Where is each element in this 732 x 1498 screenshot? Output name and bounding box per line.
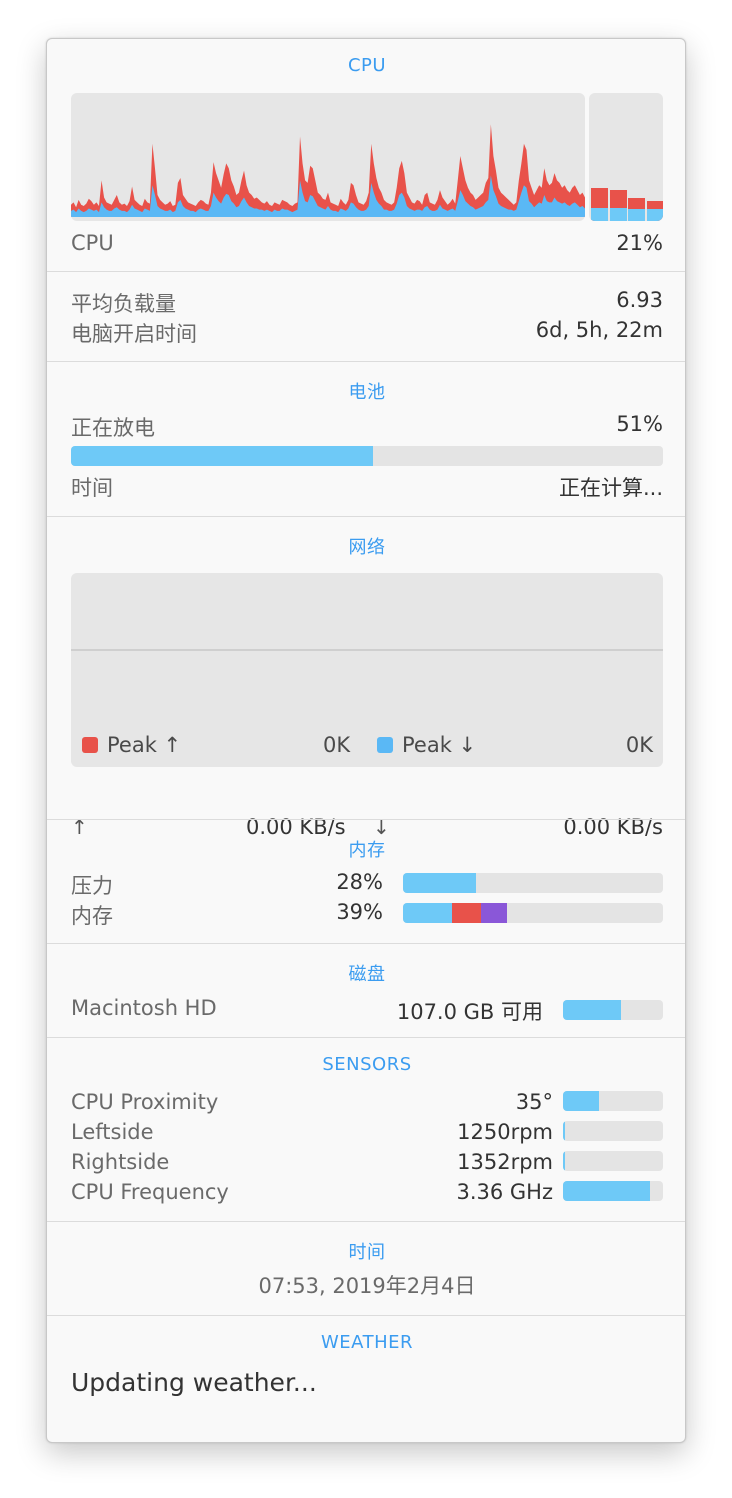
sensor-bar bbox=[563, 1151, 663, 1171]
cpu-value: 21% bbox=[616, 231, 663, 255]
sensor-bar-fill bbox=[563, 1151, 565, 1171]
current-datetime: 07:53, 2019年2月4日 bbox=[258, 1274, 476, 1298]
memory-section: 内存 压力 28% 内存 39% bbox=[47, 820, 685, 943]
cpu-core-bar bbox=[646, 93, 663, 221]
sensor-value: 1250rpm bbox=[457, 1120, 553, 1144]
cpu-core-user bbox=[646, 209, 663, 221]
disk-free-space: 107.0 GB 可用 bbox=[396, 1000, 543, 1024]
battery-percent: 51% bbox=[616, 412, 663, 436]
sensor-label: Leftside bbox=[71, 1120, 154, 1144]
weather-section: WEATHER Updating weather... bbox=[47, 1316, 685, 1442]
sensor-value: 1352rpm bbox=[457, 1150, 553, 1174]
peak-download-label: Peak ↓ bbox=[402, 733, 477, 757]
load-average-value: 6.93 bbox=[616, 288, 663, 312]
disk-usage-bar bbox=[563, 1000, 663, 1020]
battery-section-title: 电池 bbox=[348, 382, 386, 403]
sensor-value: 3.36 GHz bbox=[456, 1180, 553, 1204]
istat-menu-panel: CPU CPU 21% 平均负载量 6.93 电脑开启时间 6d, 5h, 22… bbox=[46, 38, 686, 1443]
sensor-bar bbox=[563, 1121, 663, 1141]
sensor-bar bbox=[563, 1181, 663, 1201]
sensor-label: Rightside bbox=[71, 1150, 170, 1174]
sensor-bar-fill bbox=[563, 1091, 599, 1111]
download-legend-swatch bbox=[377, 737, 393, 753]
memory-segment bbox=[403, 903, 453, 923]
battery-time-value: 正在计算... bbox=[558, 476, 663, 500]
cpu-history-svg bbox=[71, 124, 585, 217]
cpu-core-user bbox=[609, 208, 627, 221]
sensor-value: 35° bbox=[515, 1090, 553, 1114]
cpu-section: CPU CPU 21% bbox=[47, 39, 685, 271]
battery-time-label: 时间 bbox=[71, 476, 113, 500]
memory-segment bbox=[452, 903, 481, 923]
disk-section: 磁盘 Macintosh HD 107.0 GB 可用 bbox=[47, 944, 685, 1037]
memory-usage-value: 39% bbox=[336, 900, 383, 924]
disk-section-title: 磁盘 bbox=[348, 964, 386, 985]
cpu-core-user bbox=[628, 209, 645, 221]
sensor-label: CPU Proximity bbox=[71, 1090, 219, 1114]
sensors-section: SENSORS CPU Proximity 35° Leftside 1250r… bbox=[47, 1038, 685, 1221]
system-section: 平均负载量 6.93 电脑开启时间 6d, 5h, 22m bbox=[47, 272, 685, 361]
network-baseline bbox=[71, 649, 663, 651]
cpu-history-graph bbox=[71, 93, 585, 221]
sensor-label: CPU Frequency bbox=[71, 1180, 229, 1204]
cpu-system-area bbox=[71, 124, 585, 217]
load-average-label: 平均负载量 bbox=[71, 292, 176, 316]
cpu-core-bar bbox=[591, 93, 608, 221]
cpu-core-user bbox=[591, 208, 608, 221]
sensors-section-title: SENSORS bbox=[322, 1054, 412, 1075]
time-section-title: 时间 bbox=[348, 1242, 386, 1263]
uptime-value: 6d, 5h, 22m bbox=[535, 318, 663, 342]
cpu-core-bar bbox=[609, 93, 627, 221]
network-section: 网络 Peak ↑ 0K Peak ↓ 0K ↑ 0.00 KB/s ↓ 0.0… bbox=[47, 517, 685, 839]
memory-segment bbox=[481, 903, 507, 923]
battery-section: 电池 正在放电 51% 时间 正在计算... bbox=[47, 362, 685, 516]
time-section: 时间 07:53, 2019年2月4日 bbox=[47, 1222, 685, 1315]
sensor-bar-fill bbox=[563, 1181, 650, 1201]
battery-level-bar bbox=[71, 446, 663, 466]
uptime-label: 电脑开启时间 bbox=[71, 322, 197, 346]
sensor-bar bbox=[563, 1091, 663, 1111]
battery-level-fill bbox=[71, 446, 373, 466]
memory-section-title: 内存 bbox=[348, 840, 386, 861]
network-graph: Peak ↑ 0K Peak ↓ 0K bbox=[71, 573, 663, 767]
cpu-section-title: CPU bbox=[347, 55, 387, 76]
memory-pressure-fill bbox=[403, 873, 476, 893]
peak-upload-value: 0K bbox=[323, 733, 351, 757]
upload-legend-swatch bbox=[82, 737, 98, 753]
memory-usage-bar bbox=[403, 903, 663, 923]
disk-usage-fill bbox=[563, 1000, 621, 1020]
memory-pressure-value: 28% bbox=[336, 870, 383, 894]
memory-pressure-label: 压力 bbox=[71, 874, 113, 898]
peak-download-value: 0K bbox=[625, 733, 653, 757]
memory-usage-label: 内存 bbox=[71, 904, 113, 928]
sensor-bar-fill bbox=[563, 1121, 565, 1141]
cpu-core-bar bbox=[628, 93, 645, 221]
weather-section-title: WEATHER bbox=[321, 1332, 413, 1353]
battery-status-label: 正在放电 bbox=[71, 416, 155, 440]
memory-pressure-bar bbox=[403, 873, 663, 893]
peak-upload-label: Peak ↑ bbox=[107, 733, 182, 757]
disk-name: Macintosh HD bbox=[71, 996, 217, 1020]
network-section-title: 网络 bbox=[348, 537, 386, 558]
weather-status: Updating weather... bbox=[71, 1368, 317, 1397]
cpu-core-bars bbox=[589, 93, 663, 221]
cpu-label: CPU bbox=[71, 231, 114, 255]
